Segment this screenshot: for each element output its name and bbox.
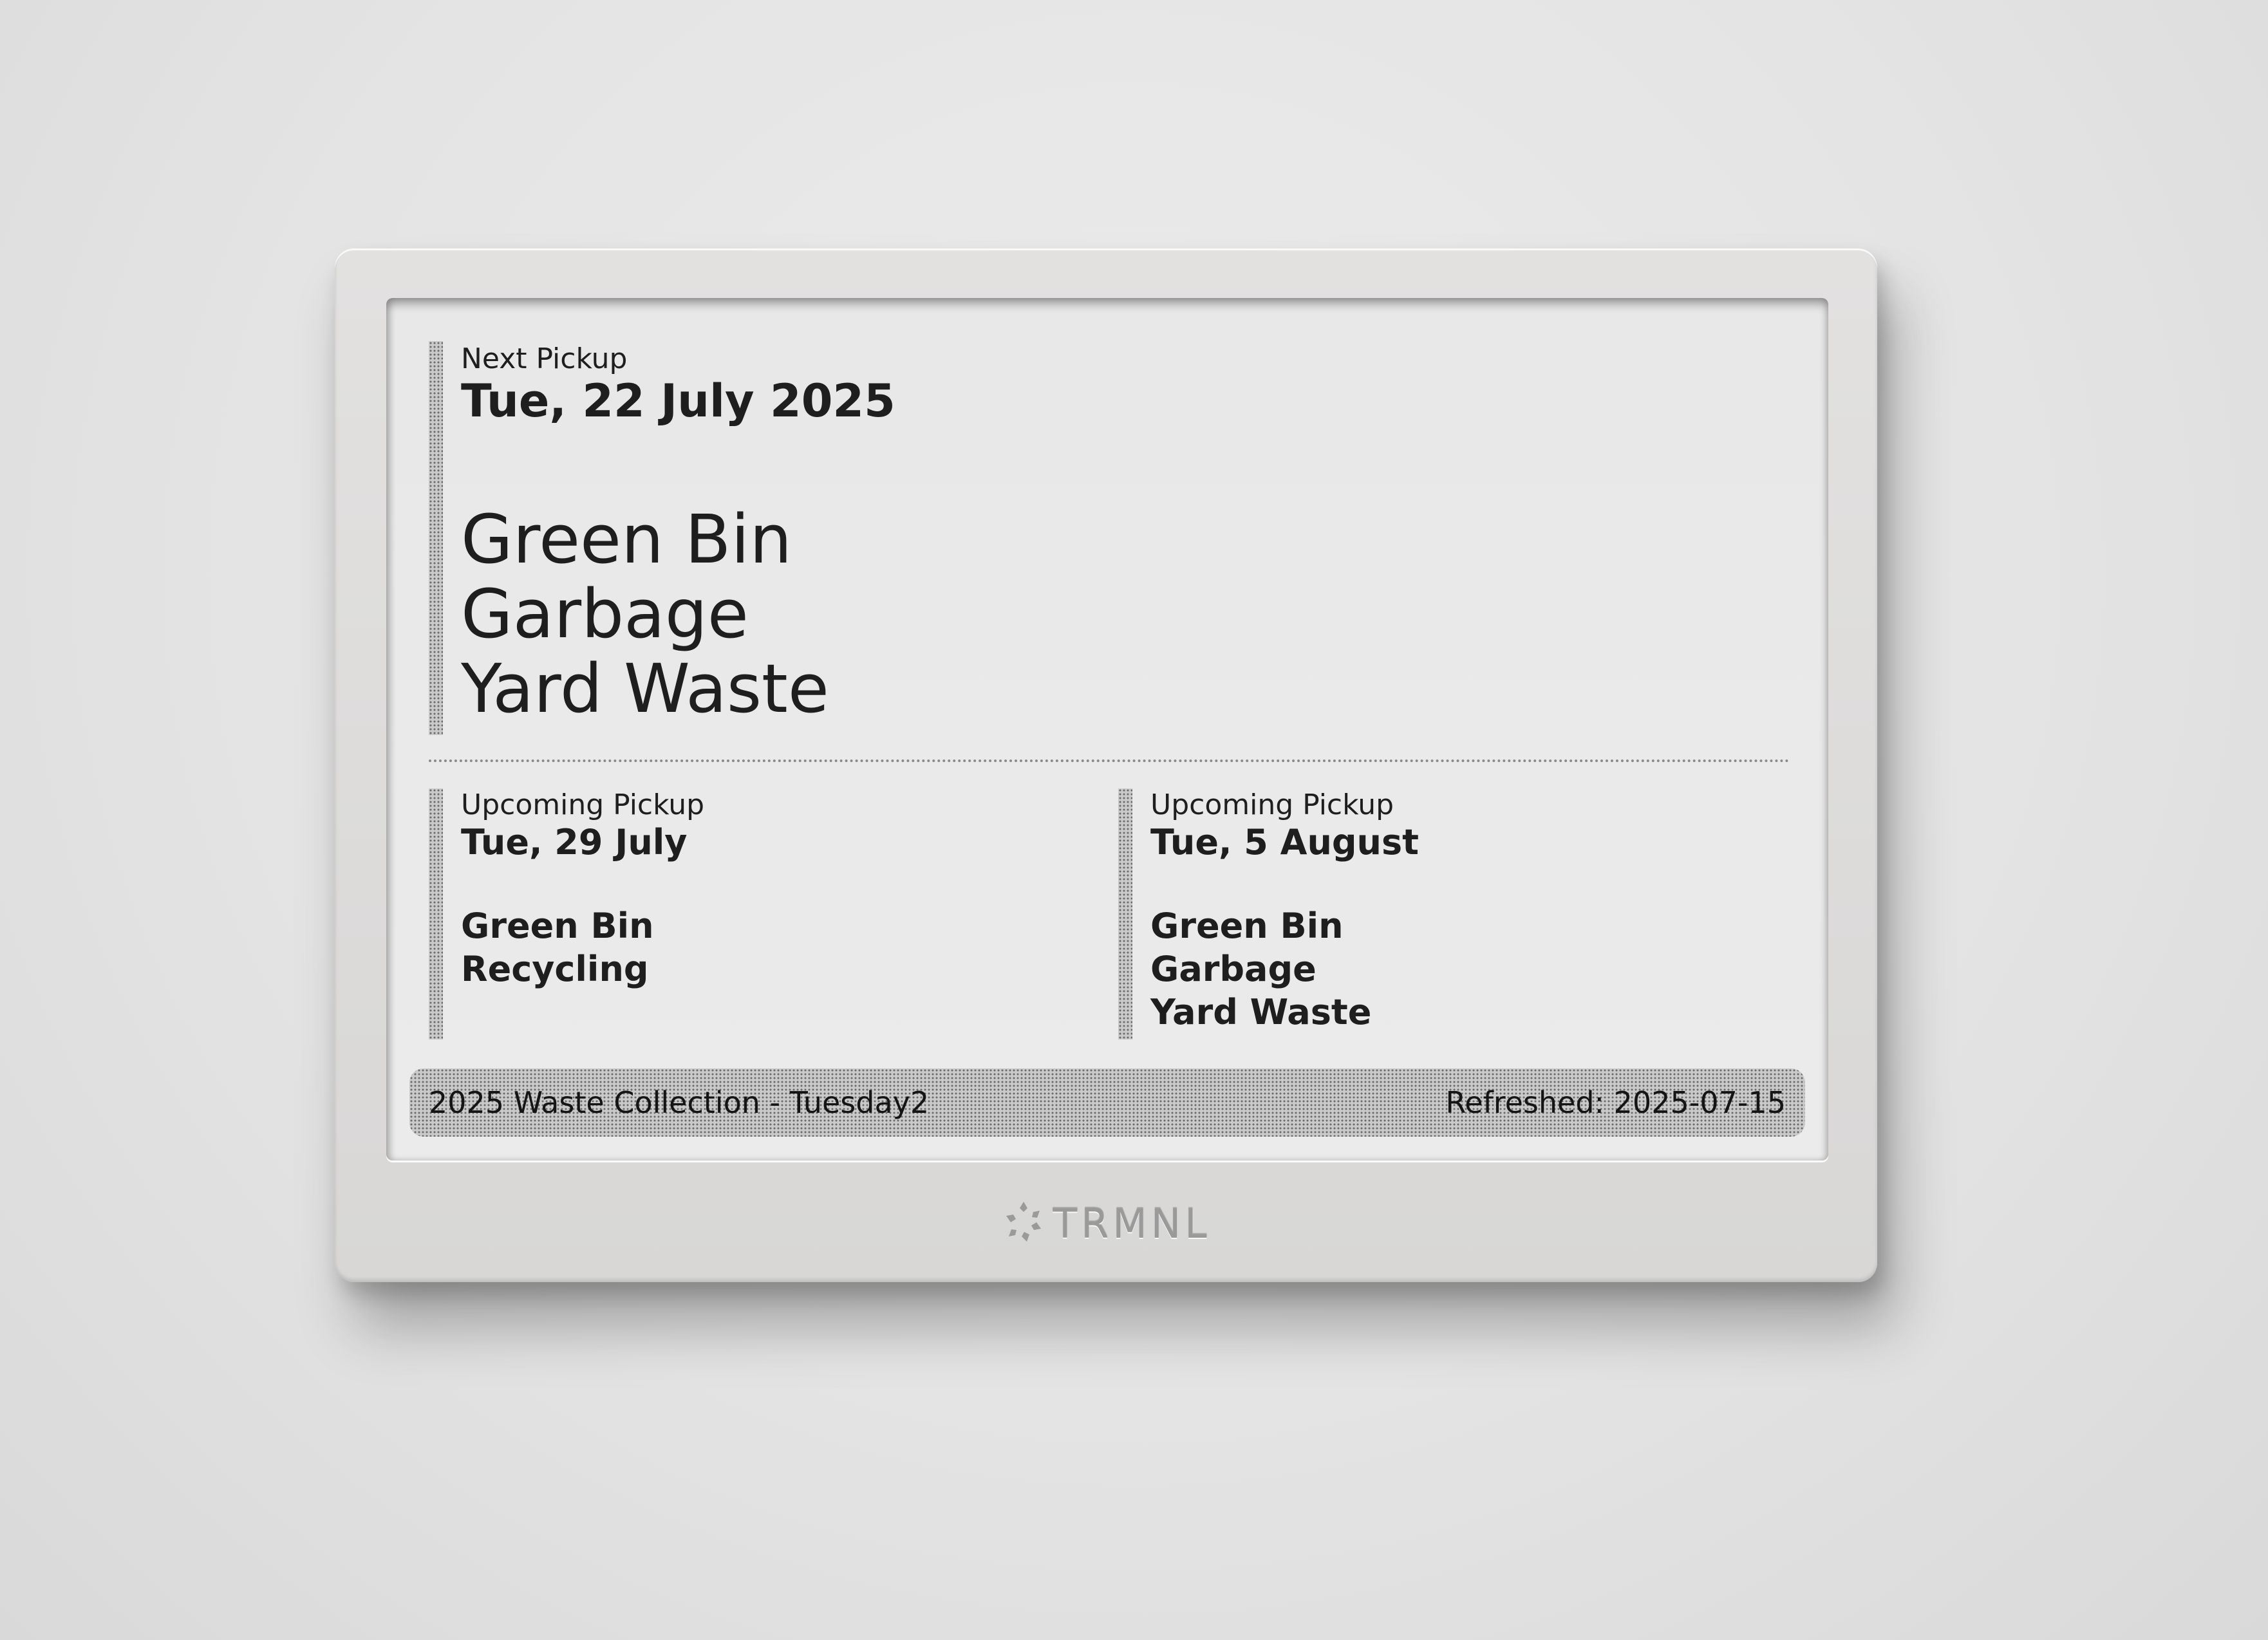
upcoming-pickup-item: Yard Waste <box>1150 992 1372 1032</box>
section-accent-bar <box>1118 788 1132 1039</box>
upcoming-pickup-section: Upcoming Pickup Tue, 29 July Green Bin R… <box>429 788 1073 1039</box>
upcoming-pickup-label: Upcoming Pickup <box>1150 788 1394 821</box>
next-pickup-item: Yard Waste <box>461 649 829 728</box>
trmnl-logo-icon <box>1001 1199 1046 1254</box>
upcoming-pickup-item: Green Bin <box>1150 906 1344 946</box>
upcoming-pickup-label: Upcoming Pickup <box>461 788 705 821</box>
upcoming-pickup-date: Tue, 5 August <box>1150 822 1419 862</box>
footer-title-bar: 2025 Waste Collection - Tuesday2 Refresh… <box>409 1068 1805 1137</box>
next-pickup-date: Tue, 22 July 2025 <box>461 375 895 427</box>
next-pickup-label: Next Pickup <box>461 342 628 375</box>
refreshed-timestamp: Refreshed: 2025-07-15 <box>1445 1085 1786 1120</box>
brand-logo: TRMNL <box>335 1199 1877 1254</box>
upcoming-pickup-item: Green Bin <box>461 906 654 946</box>
upcoming-pickup-item: Garbage <box>1150 949 1317 989</box>
upcoming-pickup-date: Tue, 29 July <box>461 822 688 862</box>
section-divider <box>429 759 1790 762</box>
upcoming-pickup-items: Green Bin Recycling <box>461 904 654 991</box>
section-accent-bar <box>429 341 443 735</box>
upcoming-pickup-item: Recycling <box>461 949 649 989</box>
next-pickup-section: Next Pickup Tue, 22 July 2025 Green Bin … <box>429 341 1394 735</box>
upcoming-pickup-items: Green Bin Garbage Yard Waste <box>1150 904 1371 1034</box>
upcoming-pickup-section: Upcoming Pickup Tue, 5 August Green Bin … <box>1118 788 1762 1039</box>
brand-name: TRMNL <box>1053 1200 1211 1247</box>
eink-screen: Next Pickup Tue, 22 July 2025 Green Bin … <box>386 298 1828 1160</box>
next-pickup-item: Green Bin <box>461 500 792 579</box>
footer-title: 2025 Waste Collection - Tuesday2 <box>429 1085 930 1120</box>
eink-device: Next Pickup Tue, 22 July 2025 Green Bin … <box>335 248 1877 1282</box>
next-pickup-items: Green Bin Garbage Yard Waste <box>461 502 829 726</box>
section-accent-bar <box>429 788 443 1039</box>
next-pickup-item: Garbage <box>461 575 749 653</box>
